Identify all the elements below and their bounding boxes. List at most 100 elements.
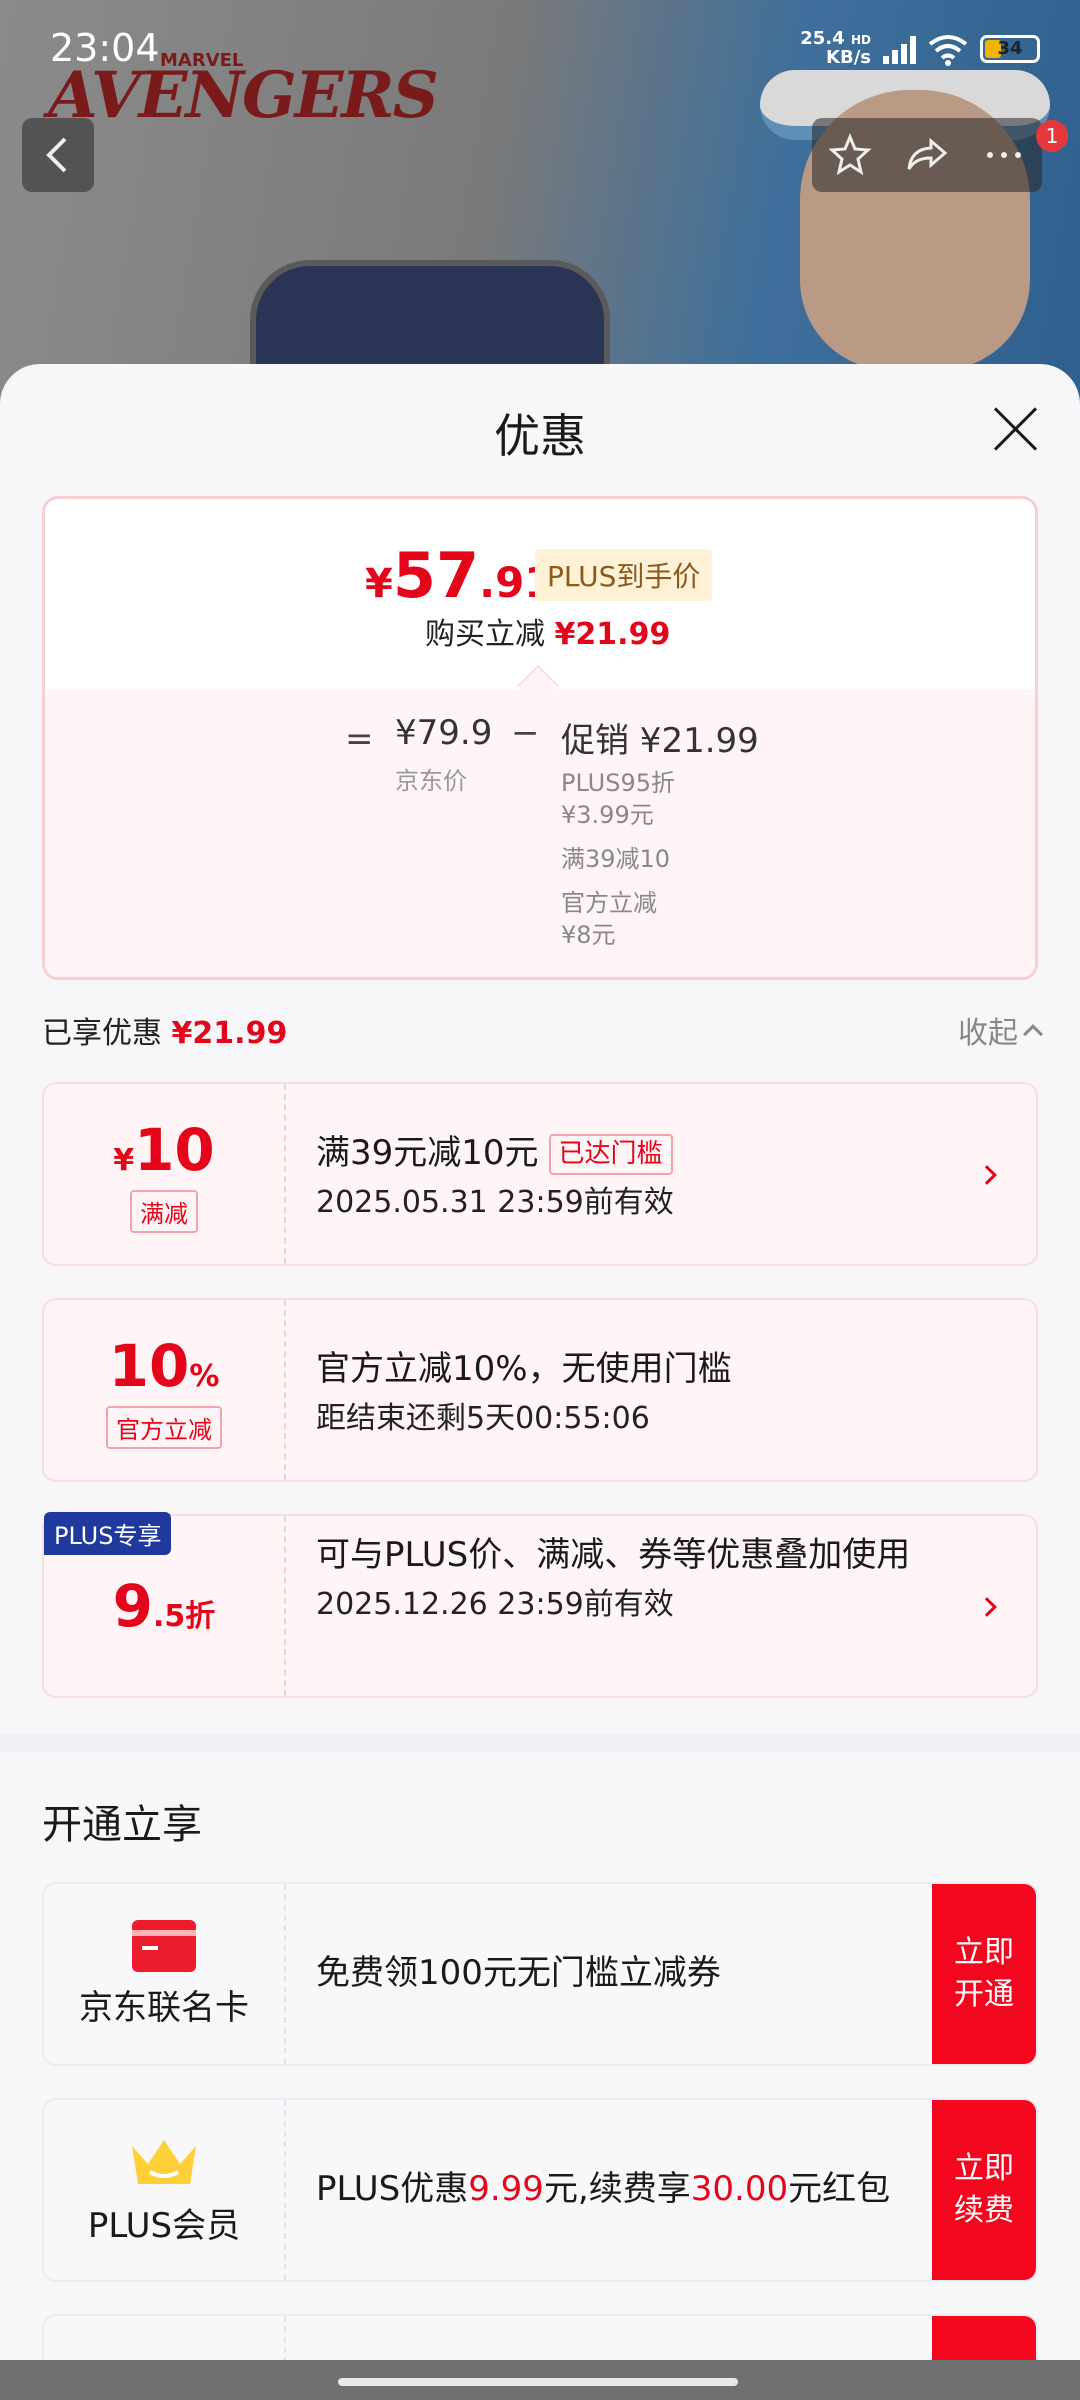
back-button[interactable] xyxy=(22,118,94,192)
coupon-amount: ¥ 10 xyxy=(113,1116,215,1184)
renew-now-button[interactable]: 立即续费 xyxy=(932,2100,1036,2280)
coupon-title: 满39元减10元 xyxy=(316,1133,539,1173)
top-tools xyxy=(812,118,1042,192)
share-icon[interactable] xyxy=(905,133,949,177)
desc-prefix: PLUS优惠 xyxy=(316,2169,469,2210)
jd-price-label: 京东价 xyxy=(395,767,467,795)
plus-exclusive-badge: PLUS专享 xyxy=(44,1512,172,1555)
offer-brand: PLUS会员 xyxy=(44,2100,286,2280)
offer-name: PLUS会员 xyxy=(87,2205,241,2246)
desc-value-1: 9.99 xyxy=(468,2169,544,2210)
coupon-validity: 2025.12.26 23:59前有效 xyxy=(316,1586,674,1622)
threshold-reached-tag: 已达门槛 xyxy=(548,1134,673,1175)
offer-name: 京东联名卡 xyxy=(79,1987,249,2028)
currency-symbol: ¥ xyxy=(365,561,393,607)
offer-partial[interactable] xyxy=(42,2314,1038,2360)
coupon-full-reduction[interactable]: ¥ 10 满减 满39元减10元 已达门槛 2025.05.31 23:59前有效 xyxy=(42,1082,1038,1266)
final-price-int: 57 xyxy=(392,539,480,612)
open-section-title: 开通立享 xyxy=(42,1802,202,1848)
notification-badge: 1 xyxy=(1036,120,1068,152)
offer-description: 免费领100元无门槛立减券 xyxy=(316,1953,721,1994)
plus-price-tag: PLUS到手价 xyxy=(535,549,713,601)
offer-jd-card[interactable]: 京东联名卡 免费领100元无门槛立减券 立即开通 xyxy=(42,1882,1038,2066)
collapse-label: 收起 xyxy=(958,1016,1018,1051)
reduce-line: 购买立减 ¥21.99 xyxy=(425,609,670,653)
credit-card-icon xyxy=(132,1919,196,1972)
coupon-amount-value: 9 xyxy=(112,1572,154,1640)
desc-mid: 元,续费享 xyxy=(543,2169,691,2210)
network-type: HD xyxy=(850,33,871,47)
final-price: ¥ 57 .91 xyxy=(365,539,554,612)
net-speed-value: 25.4 xyxy=(800,28,845,49)
equals-sign: = xyxy=(345,719,374,759)
coupon-value: 10 % 官方立减 xyxy=(44,1300,286,1480)
coupon-unit: .5折 xyxy=(153,1599,216,1634)
offer-cta-button[interactable] xyxy=(932,2316,1036,2360)
coupon-plus-exclusive[interactable]: 9 .5折 PLUS专享 可与PLUS价、满减、券等优惠叠加使用 2025.12… xyxy=(42,1512,1038,1698)
chevron-right-icon xyxy=(977,1597,997,1617)
wifi-icon xyxy=(928,34,968,66)
price-breakdown-area xyxy=(45,689,1035,977)
promo-detail: 满39减10 xyxy=(561,845,671,873)
open-now-button[interactable]: 立即开通 xyxy=(932,1884,1036,2064)
coupon-title: 可与PLUS价、满减、券等优惠叠加使用 xyxy=(316,1535,911,1575)
crown-icon xyxy=(132,2139,196,2184)
offer-description-text: PLUS优惠9.99元,续费享30.00元红包 xyxy=(316,2166,890,2214)
battery-icon: 34 xyxy=(980,34,1040,63)
reduce-label: 购买立减 xyxy=(425,617,545,652)
sheet-title: 优惠 xyxy=(494,409,586,463)
coupon-info: 可与PLUS价、满减、券等优惠叠加使用 2025.12.26 23:59前有效 xyxy=(316,1532,956,1626)
coupon-currency: ¥ xyxy=(113,1142,135,1178)
status-time: 23:04 xyxy=(50,26,160,70)
promo-detail: ¥8元 xyxy=(561,921,616,949)
section-divider xyxy=(0,1734,1080,1752)
coupon-type-tag: 满减 xyxy=(130,1189,198,1233)
star-icon[interactable] xyxy=(828,133,872,177)
status-icons: 25.4 HD KB/s 34 xyxy=(800,30,1040,67)
close-icon[interactable] xyxy=(990,404,1040,454)
coupon-validity: 2025.05.31 23:59前有效 xyxy=(316,1184,674,1220)
coupon-unit: % xyxy=(189,1358,220,1394)
chevron-right-icon xyxy=(977,1165,997,1185)
promo-detail: ¥3.99元 xyxy=(561,801,654,829)
desc-suffix: 元红包 xyxy=(788,2169,891,2210)
discount-sheet: 优惠 ¥ 57 .91 PLUS到手价 购买立减 ¥21.99 = ¥79.9 … xyxy=(0,364,1080,2360)
coupon-amount-value: 10 xyxy=(134,1115,215,1184)
coupon-info: 官方立减10%，无使用门槛 距结束还剩5天00:55:06 xyxy=(316,1346,956,1440)
enjoyed-discount: 已享优惠 ¥21.99 xyxy=(42,1008,287,1052)
coupon-type-tag: 官方立减 xyxy=(106,1405,222,1449)
coupon-amount: 9 .5折 xyxy=(113,1572,216,1640)
coupon-amount: 10 % xyxy=(109,1332,220,1400)
home-indicator[interactable] xyxy=(338,2378,738,2386)
promo-detail: 官方立减 xyxy=(561,889,657,917)
coupon-amount-value: 10 xyxy=(108,1331,190,1400)
status-bar: 23:04 25.4 HD KB/s 34 xyxy=(0,0,1080,100)
offer-plus-member[interactable]: PLUS会员 PLUS优惠9.99元,续费享30.00元红包 立即续费 xyxy=(42,2098,1038,2282)
battery-level: 34 xyxy=(997,38,1023,59)
enjoyed-label: 已享优惠 xyxy=(42,1016,162,1051)
coupon-countdown: 距结束还剩5天00:55:06 xyxy=(316,1400,650,1436)
minus-sign: − xyxy=(511,713,540,753)
chevron-left-icon xyxy=(46,137,67,173)
coupon-info: 满39元减10元 已达门槛 2025.05.31 23:59前有效 xyxy=(316,1130,956,1224)
offer-brand: 京东联名卡 xyxy=(44,1884,286,2064)
desc-value-2: 30.00 xyxy=(690,2169,789,2210)
collapse-button[interactable]: 收起 xyxy=(958,1008,1043,1052)
coupon-official-discount: 10 % 官方立减 官方立减10%，无使用门槛 距结束还剩5天00:55:06 xyxy=(42,1298,1038,1482)
product-photo-shoe xyxy=(250,260,610,380)
price-summary-card: ¥ 57 .91 PLUS到手价 购买立减 ¥21.99 = ¥79.9 京东价… xyxy=(42,496,1038,980)
promo-total: 促销 ¥21.99 xyxy=(561,721,759,761)
jd-price: ¥79.9 xyxy=(395,713,493,753)
net-speed-unit: KB/s xyxy=(826,47,871,68)
enjoyed-amount: ¥21.99 xyxy=(171,1016,288,1051)
offer-brand xyxy=(44,2316,286,2360)
coupon-title: 官方立减10%，无使用门槛 xyxy=(316,1349,732,1389)
more-icon[interactable] xyxy=(982,133,1026,177)
reduce-amount: ¥21.99 xyxy=(554,617,671,652)
coupon-value: ¥ 10 满减 xyxy=(44,1084,286,1264)
signal-icon xyxy=(883,34,916,64)
offer-description: PLUS优惠9.99元,续费享30.00元红包 xyxy=(316,2100,956,2280)
promo-detail: PLUS95折 xyxy=(561,769,675,797)
chevron-up-icon xyxy=(1023,1024,1043,1044)
network-speed: 25.4 HD KB/s xyxy=(800,30,871,67)
